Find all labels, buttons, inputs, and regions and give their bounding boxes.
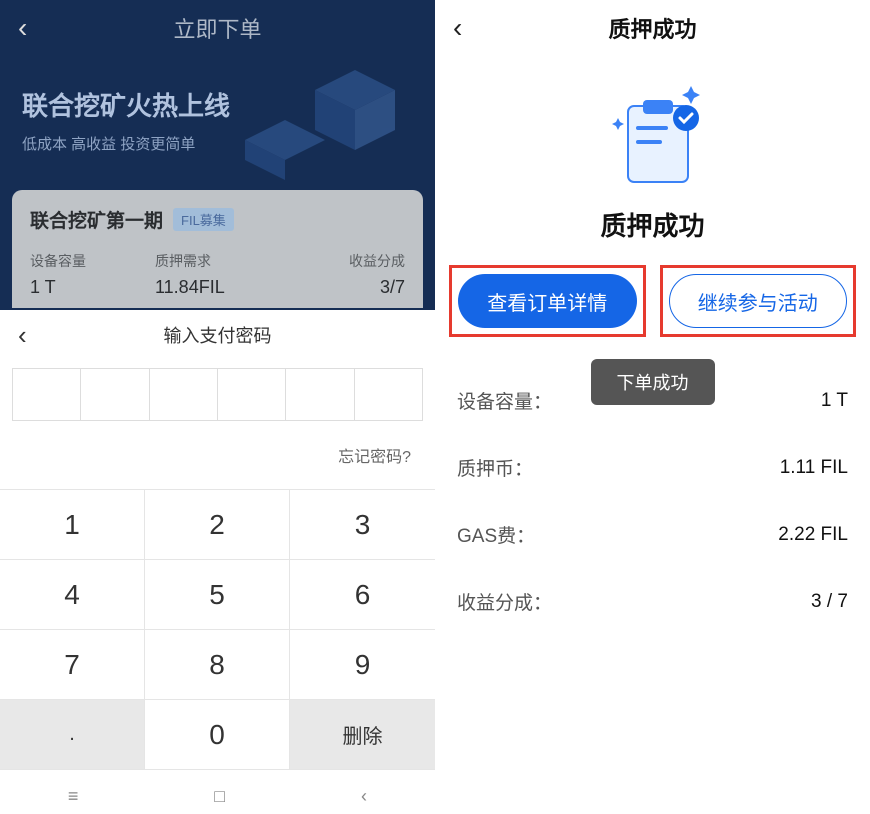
nav-home-icon[interactable]: □ (214, 786, 225, 807)
left-screenshot: ‹ 立即下单 联合挖矿火热上线 低成本 高收益 投资更简单 联合挖矿第一期 FI… (0, 0, 435, 814)
cube-illustration-icon (245, 60, 425, 180)
detail-row: 收益分成： 3 / 7 (457, 568, 848, 635)
nav-recent-icon[interactable]: ≡ (68, 786, 79, 807)
success-label: 质押成功 (435, 206, 870, 243)
stat-capacity: 设备容量 1 T (30, 251, 155, 298)
detail-row: GAS费： 2.22 FIL (457, 501, 848, 568)
highlight-box-outline: 继续参与活动 (660, 265, 857, 337)
card-badge: FIL募集 (173, 208, 234, 231)
key-1[interactable]: 1 (0, 490, 145, 560)
nav-back-icon[interactable]: ‹ (361, 786, 367, 807)
stat-pledge: 质押需求 11.84FIL (155, 251, 280, 298)
sheet-title: 输入支付密码 (164, 322, 272, 348)
back-icon[interactable]: ‹ (453, 12, 462, 44)
continue-activity-button[interactable]: 继续参与活动 (669, 274, 848, 328)
toast-message: 下单成功 (591, 359, 715, 405)
detail-row: 质押币： 1.11 FIL (457, 434, 848, 501)
numeric-keypad: 1 2 3 4 5 6 7 8 9 . 0 删除 (0, 489, 435, 770)
key-4[interactable]: 4 (0, 560, 145, 630)
success-clipboard-icon (435, 74, 870, 194)
page-title: 质押成功 (608, 12, 696, 44)
key-dot[interactable]: . (0, 700, 145, 770)
back-icon[interactable]: ‹ (18, 12, 27, 44)
action-buttons: 查看订单详情 继续参与活动 (435, 265, 870, 337)
view-order-button[interactable]: 查看订单详情 (458, 274, 637, 328)
key-3[interactable]: 3 (290, 490, 435, 560)
android-navbar: ≡ □ ‹ (0, 770, 435, 814)
order-details: 下单成功 设备容量： 1 T 质押币： 1.11 FIL GAS费： 2.22 … (435, 367, 870, 635)
key-2[interactable]: 2 (145, 490, 290, 560)
key-0[interactable]: 0 (145, 700, 290, 770)
key-9[interactable]: 9 (290, 630, 435, 700)
page-title: 立即下单 (173, 12, 261, 44)
stat-share: 收益分成 3/7 (280, 251, 405, 298)
pin-input[interactable] (12, 368, 423, 421)
key-7[interactable]: 7 (0, 630, 145, 700)
forgot-password-link[interactable]: 忘记密码? (0, 421, 435, 489)
highlight-box-primary: 查看订单详情 (449, 265, 646, 337)
product-card: 联合挖矿第一期 FIL募集 设备容量 1 T 质押需求 11.84FIL 收益分… (12, 190, 423, 308)
left-header: ‹ 立即下单 (0, 0, 435, 56)
card-title: 联合挖矿第一期 (30, 206, 163, 233)
right-screenshot: ‹ 质押成功 质押成功 查看订单详情 继续参与活动 下单成功 (435, 0, 870, 814)
key-delete[interactable]: 删除 (290, 700, 435, 770)
sheet-back-icon[interactable]: ‹ (18, 320, 27, 351)
right-header: ‹ 质押成功 (435, 0, 870, 56)
key-8[interactable]: 8 (145, 630, 290, 700)
key-6[interactable]: 6 (290, 560, 435, 630)
payment-sheet: ‹ 输入支付密码 忘记密码? 1 2 3 4 5 6 7 8 9 . 0 删除 … (0, 310, 435, 814)
key-5[interactable]: 5 (145, 560, 290, 630)
